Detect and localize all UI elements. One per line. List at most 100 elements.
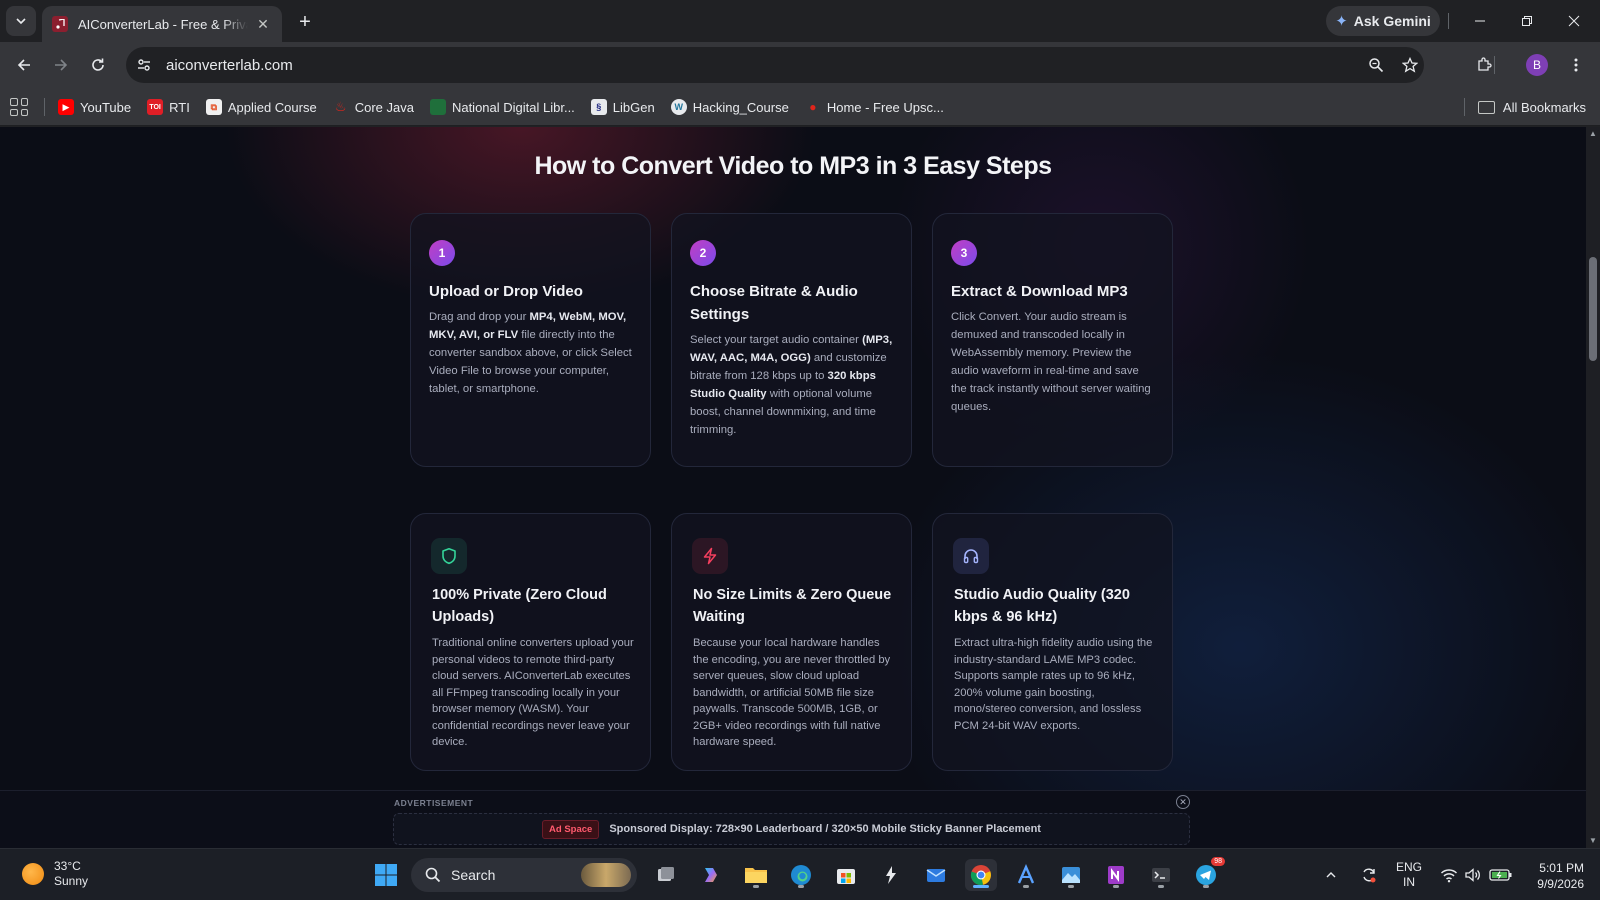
close-icon <box>1568 15 1580 27</box>
edge-icon <box>791 865 811 885</box>
folder-icon <box>1477 100 1495 114</box>
tab-search-button[interactable] <box>6 6 36 36</box>
reload-icon <box>92 58 104 71</box>
restore-button[interactable] <box>1505 6 1549 36</box>
bookmark-national-digital-library[interactable]: National Digital Libr... <box>429 99 575 115</box>
scroll-thumb[interactable] <box>1589 257 1597 361</box>
youtube-icon: ▶ <box>58 99 74 115</box>
close-ad-icon[interactable]: ✕ <box>1176 795 1190 809</box>
task-view-button[interactable] <box>650 859 682 891</box>
telegram-app[interactable]: 98 <box>1190 857 1225 891</box>
volume-tray-icon[interactable] <box>1464 849 1482 900</box>
more-menu-icon[interactable] <box>1562 51 1590 79</box>
ask-gemini-label: Ask Gemini <box>1353 13 1431 29</box>
bookmark-label: Applied Course <box>227 99 317 115</box>
divider <box>44 98 45 116</box>
ad-space-badge: Ad Space <box>542 819 600 839</box>
active-tab[interactable]: AIConverterLab - Free & Private Video to… <box>42 6 282 42</box>
zoom-icon[interactable] <box>1362 51 1390 79</box>
bookmark-list: ▶ YouTube TOI RTI ⧉ Applied Course ♨ Cor… <box>58 88 944 126</box>
running-indicator <box>798 885 804 888</box>
page-scrollbar[interactable]: ▲ ▼ <box>1586 127 1600 848</box>
bookmark-hacking-course[interactable]: W Hacking_Course <box>670 99 789 115</box>
step-number-badge: 3 <box>951 240 977 266</box>
edge-app[interactable] <box>785 859 817 891</box>
bookmark-core-java[interactable]: ♨ Core Java <box>333 99 414 115</box>
close-tab-icon[interactable]: ✕ <box>254 15 272 33</box>
photos-icon <box>1062 867 1080 883</box>
show-hidden-icons[interactable] <box>1325 849 1337 900</box>
bookmark-libgen[interactable]: § LibGen <box>590 99 655 115</box>
close-window-button[interactable] <box>1552 6 1596 36</box>
weather-temp: 33°C <box>54 859 81 873</box>
shield-icon <box>431 538 467 574</box>
gemini-sparkle-icon: ✦ <box>1335 13 1348 30</box>
apps-grid-icon[interactable] <box>10 98 28 116</box>
outlook-app[interactable] <box>920 859 952 891</box>
sync-tray-icon[interactable] <box>1360 849 1378 900</box>
feature-description: Extract ultra-high fidelity audio using … <box>954 637 1153 732</box>
upsc-icon: ● <box>809 100 817 114</box>
tune-icon <box>138 59 150 71</box>
restore-icon <box>1522 16 1532 26</box>
reload-button[interactable] <box>84 51 112 79</box>
bookmark-youtube[interactable]: ▶ YouTube <box>58 99 131 115</box>
step-number-badge: 1 <box>429 240 455 266</box>
file-explorer-app[interactable] <box>740 859 772 891</box>
minimize-icon <box>1475 20 1485 22</box>
scroll-up-icon[interactable]: ▲ <box>1588 129 1598 139</box>
cursor-app[interactable] <box>875 859 907 891</box>
clock-time: 5:01 PM <box>1539 861 1584 875</box>
running-indicator <box>1068 885 1074 888</box>
photos-app[interactable] <box>1055 859 1087 891</box>
onenote-app[interactable] <box>1100 859 1132 891</box>
bookmark-label: LibGen <box>612 99 655 115</box>
start-button[interactable] <box>370 859 402 891</box>
site-info-button[interactable] <box>130 51 158 79</box>
android-studio-app[interactable] <box>1010 859 1042 891</box>
terminal-app[interactable] <box>1145 859 1177 891</box>
weather-widget[interactable]: 33°C Sunny <box>22 859 88 889</box>
bookmark-upsc[interactable]: ● Home - Free Upsc... <box>805 99 944 115</box>
chrome-app[interactable] <box>965 859 997 891</box>
lang-primary: ENG <box>1396 860 1423 874</box>
system-clock[interactable]: 5:01 PM 9/9/2026 <box>1537 860 1584 892</box>
chevron-up-icon <box>1326 872 1336 878</box>
copilot-app[interactable] <box>695 859 727 891</box>
feature-card: Studio Audio Quality (320 kbps & 96 kHz)… <box>932 513 1173 771</box>
telegram-icon <box>1196 865 1216 885</box>
bookmark-star-icon[interactable] <box>1396 51 1424 79</box>
forward-button[interactable] <box>47 51 75 79</box>
bookmark-label: National Digital Libr... <box>451 99 575 115</box>
ad-placeholder[interactable]: Ad Space Sponsored Display: 728×90 Leade… <box>393 813 1190 845</box>
profile-avatar[interactable]: B <box>1526 54 1548 76</box>
step-description: Click Convert. Your audio stream is demu… <box>951 311 1151 413</box>
feature-card: 100% Private (Zero Cloud Uploads) Tradit… <box>410 513 651 771</box>
step-description: Drag and drop your MP4, WebM, MOV, MKV, … <box>429 311 632 395</box>
minimize-button[interactable] <box>1458 6 1502 36</box>
notification-badge: 98 <box>1211 857 1225 866</box>
battery-tray-icon[interactable] <box>1489 849 1513 900</box>
bookmark-applied-course[interactable]: ⧉ Applied Course <box>205 99 317 115</box>
all-bookmarks-button[interactable]: All Bookmarks <box>1477 88 1586 126</box>
bookmark-rti[interactable]: TOI RTI <box>147 99 190 115</box>
bookmark-label: Core Java <box>354 99 414 115</box>
scroll-down-icon[interactable]: ▼ <box>1588 836 1598 846</box>
arrow-right-icon <box>55 59 68 71</box>
address-bar[interactable]: aiconverterlab.com <box>126 47 1424 83</box>
sync-icon <box>1363 868 1376 883</box>
terminal-icon <box>1152 868 1170 882</box>
all-bookmarks-label: All Bookmarks <box>1502 99 1586 115</box>
feature-description: Traditional online converters upload you… <box>432 637 634 748</box>
wifi-tray-icon[interactable] <box>1440 849 1458 900</box>
store-app[interactable] <box>830 859 862 891</box>
ask-gemini-button[interactable]: ✦ Ask Gemini <box>1326 6 1440 36</box>
url-text[interactable]: aiconverterlab.com <box>166 57 293 74</box>
clock-date: 9/9/2026 <box>1537 877 1584 891</box>
back-button[interactable] <box>10 51 38 79</box>
taskbar-search[interactable]: Search <box>411 858 637 892</box>
language-indicator[interactable]: ENG IN <box>1396 849 1422 900</box>
new-tab-button[interactable]: + <box>292 9 318 35</box>
running-indicator <box>973 885 989 888</box>
sticky-ad-banner: ADVERTISEMENT ✕ Ad Space Sponsored Displ… <box>0 790 1586 848</box>
